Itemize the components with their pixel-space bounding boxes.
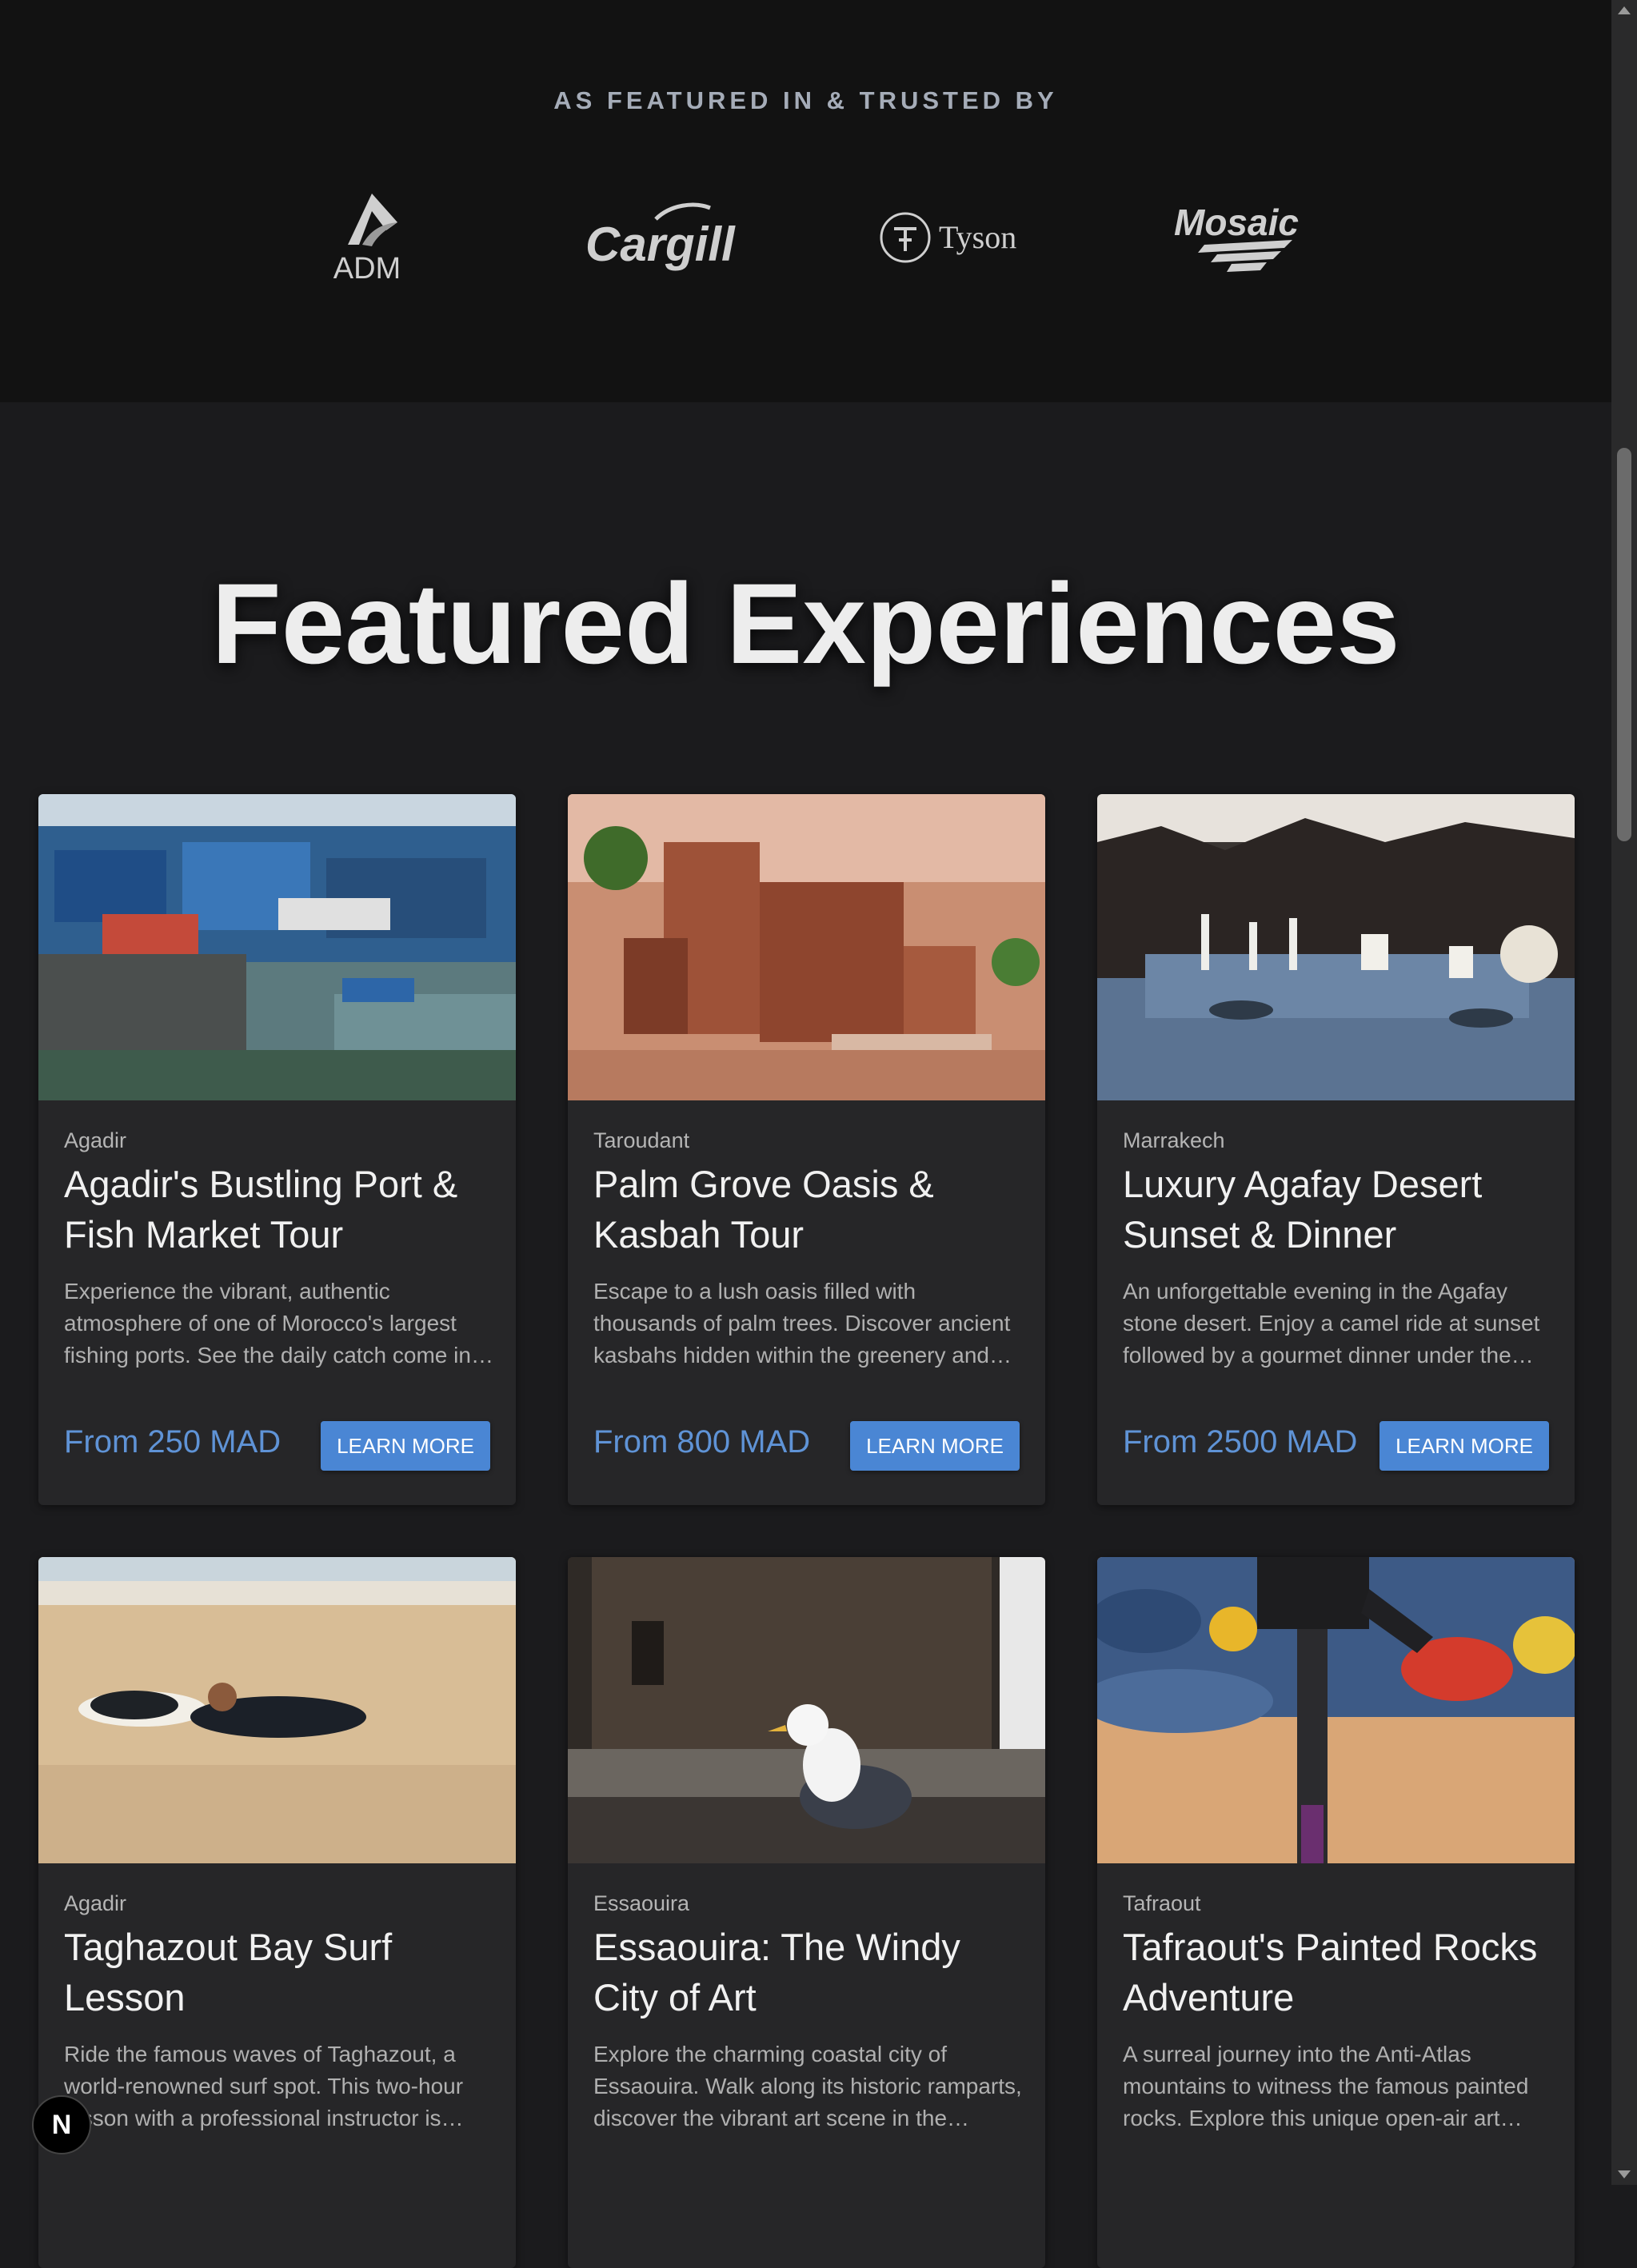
card-description: Experience the vibrant, authentic atmosp… bbox=[64, 1279, 471, 1368]
svg-text:Cargill: Cargill bbox=[585, 218, 736, 271]
cargill-logo: Cargill bbox=[582, 198, 736, 275]
card-location: Agadir bbox=[64, 1891, 127, 1915]
card-title[interactable]: Tafraout's Painted Rocks Adventure bbox=[1123, 1922, 1555, 2022]
experience-card-agafay-dinner[interactable]: Marrakech Luxury Agafay Desert Sunset & … bbox=[1097, 794, 1575, 1505]
featured-experiences-section: Featured Experiences Agadir Agadir's Bus… bbox=[0, 402, 1611, 2268]
featured-heading: Featured Experiences bbox=[211, 561, 1400, 688]
card-location: Marrakech bbox=[1123, 1128, 1225, 1152]
card-location: Taroudant bbox=[593, 1128, 690, 1152]
tyson-logo: Tyson bbox=[878, 210, 1030, 266]
learn-more-button[interactable]: LEARN MORE bbox=[850, 1421, 1020, 1471]
learn-more-button[interactable]: LEARN MORE bbox=[321, 1421, 490, 1471]
card-price: From 250 MAD bbox=[64, 1424, 281, 1459]
card-price: From 2500 MAD bbox=[1123, 1424, 1358, 1459]
svg-text:Mosaic: Mosaic bbox=[1174, 202, 1299, 243]
svg-text:Tyson: Tyson bbox=[939, 219, 1016, 255]
badge-label: N bbox=[51, 2109, 72, 2140]
fishing-port-image bbox=[38, 794, 516, 1100]
card-description: Ride the famous waves of Taghazout, a wo… bbox=[64, 2042, 464, 2130]
kasbah-image bbox=[568, 794, 1045, 1100]
card-description: A surreal journey into the Anti-Atlas mo… bbox=[1123, 2042, 1529, 2130]
experience-card-palm-grove[interactable]: Taroudant Palm Grove Oasis & Kasbah Tour… bbox=[568, 794, 1045, 1505]
experience-card-agadir-port[interactable]: Agadir Agadir's Bustling Port & Fish Mar… bbox=[38, 794, 516, 1505]
nextjs-dev-badge[interactable]: N bbox=[32, 2095, 91, 2154]
card-description: Escape to a lush oasis filled with thous… bbox=[593, 1279, 1011, 1368]
painted-rocks-image bbox=[1097, 1557, 1575, 1863]
trusted-by-heading: AS FEATURED IN & TRUSTED BY bbox=[553, 86, 1058, 114]
card-description: Explore the charming coastal city of Ess… bbox=[593, 2042, 1022, 2130]
learn-more-button[interactable]: LEARN MORE bbox=[1379, 1421, 1549, 1471]
card-location: Essaouira bbox=[593, 1891, 690, 1915]
card-title[interactable]: Palm Grove Oasis & Kasbah Tour bbox=[593, 1159, 1025, 1260]
adm-logo: ADM bbox=[324, 189, 410, 285]
scroll-down-arrow-icon[interactable] bbox=[1618, 2170, 1631, 2178]
card-title[interactable]: Taghazout Bay Surf Lesson bbox=[64, 1922, 496, 2022]
surf-lesson-image bbox=[38, 1557, 516, 1863]
desert-dinner-image bbox=[1097, 794, 1575, 1100]
svg-text:ADM: ADM bbox=[333, 252, 401, 285]
card-location: Tafraout bbox=[1123, 1891, 1201, 1915]
card-description: An unforgettable evening in the Agafay s… bbox=[1123, 1279, 1540, 1368]
trusted-by-section: AS FEATURED IN & TRUSTED BY ADM Cargill … bbox=[0, 0, 1611, 402]
seagull-image bbox=[568, 1557, 1045, 1863]
scroll-thumb[interactable] bbox=[1617, 448, 1631, 841]
experience-card-surf-lesson[interactable]: Agadir Taghazout Bay Surf Lesson Ride th… bbox=[38, 1557, 516, 2268]
mosaic-logo: Mosaic bbox=[1172, 200, 1324, 272]
page-scrollbar[interactable] bbox=[1611, 0, 1637, 2185]
card-price: From 800 MAD bbox=[593, 1424, 811, 1459]
card-location: Agadir bbox=[64, 1128, 127, 1152]
card-title[interactable]: Agadir's Bustling Port & Fish Market Tou… bbox=[64, 1159, 496, 1260]
experience-card-painted-rocks[interactable]: Tafraout Tafraout's Painted Rocks Advent… bbox=[1097, 1557, 1575, 2268]
experience-card-essaouira[interactable]: Essaouira Essaouira: The Windy City of A… bbox=[568, 1557, 1045, 2268]
card-title[interactable]: Luxury Agafay Desert Sunset & Dinner bbox=[1123, 1159, 1555, 1260]
scroll-up-arrow-icon[interactable] bbox=[1618, 6, 1631, 14]
card-title[interactable]: Essaouira: The Windy City of Art bbox=[593, 1922, 1025, 2022]
